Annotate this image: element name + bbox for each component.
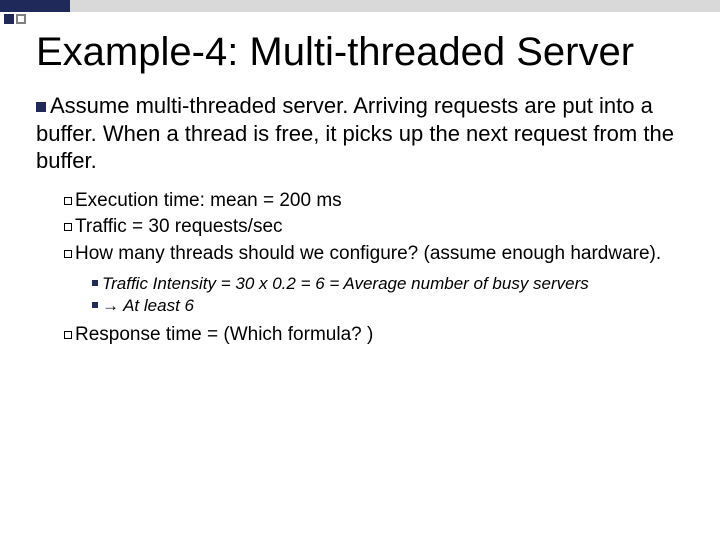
sub-point-exec-time: Execution time: mean = 200 ms <box>64 189 690 214</box>
sub-point-question: How many threads should we configure? (a… <box>64 242 690 267</box>
response-text: Response time = (Which formula? ) <box>75 324 373 345</box>
hollow-square-bullet-icon <box>64 197 72 205</box>
sub-point-response: Response time = (Which formula? ) <box>64 323 690 348</box>
hollow-square-bullet-icon <box>64 331 72 339</box>
hollow-square-bullet-icon <box>64 250 72 258</box>
main-point-text: Assume multi-threaded server. Arriving r… <box>36 93 674 173</box>
sub-point-traffic: Traffic = 30 requests/sec <box>64 215 690 240</box>
answer-line-2: → At least 6 <box>92 295 690 317</box>
answer-line-1: Traffic Intensity = 30 x 0.2 = 6 = Avera… <box>92 273 690 295</box>
main-point: Assume multi-threaded server. Arriving r… <box>36 92 690 175</box>
exec-time-text: Execution time: mean = 200 ms <box>75 190 342 211</box>
small-square-bullet-icon <box>92 302 98 308</box>
hollow-square-bullet-icon <box>64 223 72 231</box>
square-filled-icon <box>4 14 14 24</box>
slide-content: Example-4: Multi-threaded Server Assume … <box>36 30 690 349</box>
answer-group: Traffic Intensity = 30 x 0.2 = 6 = Avera… <box>92 273 690 317</box>
top-accent-bar <box>0 0 720 12</box>
answer1-text: Traffic Intensity = 30 x 0.2 = 6 = Avera… <box>102 274 589 293</box>
square-bullet-icon <box>36 102 46 112</box>
corner-squares <box>4 14 26 24</box>
accent-light <box>70 0 720 12</box>
accent-dark <box>0 0 70 12</box>
square-outline-icon <box>16 14 26 24</box>
small-square-bullet-icon <box>92 280 98 286</box>
slide-title: Example-4: Multi-threaded Server <box>36 30 690 74</box>
question-text: How many threads should we configure? (a… <box>75 243 661 264</box>
answer2-text: → At least 6 <box>102 296 194 315</box>
traffic-text: Traffic = 30 requests/sec <box>75 216 283 237</box>
sub-points-group: Execution time: mean = 200 ms Traffic = … <box>64 189 690 348</box>
